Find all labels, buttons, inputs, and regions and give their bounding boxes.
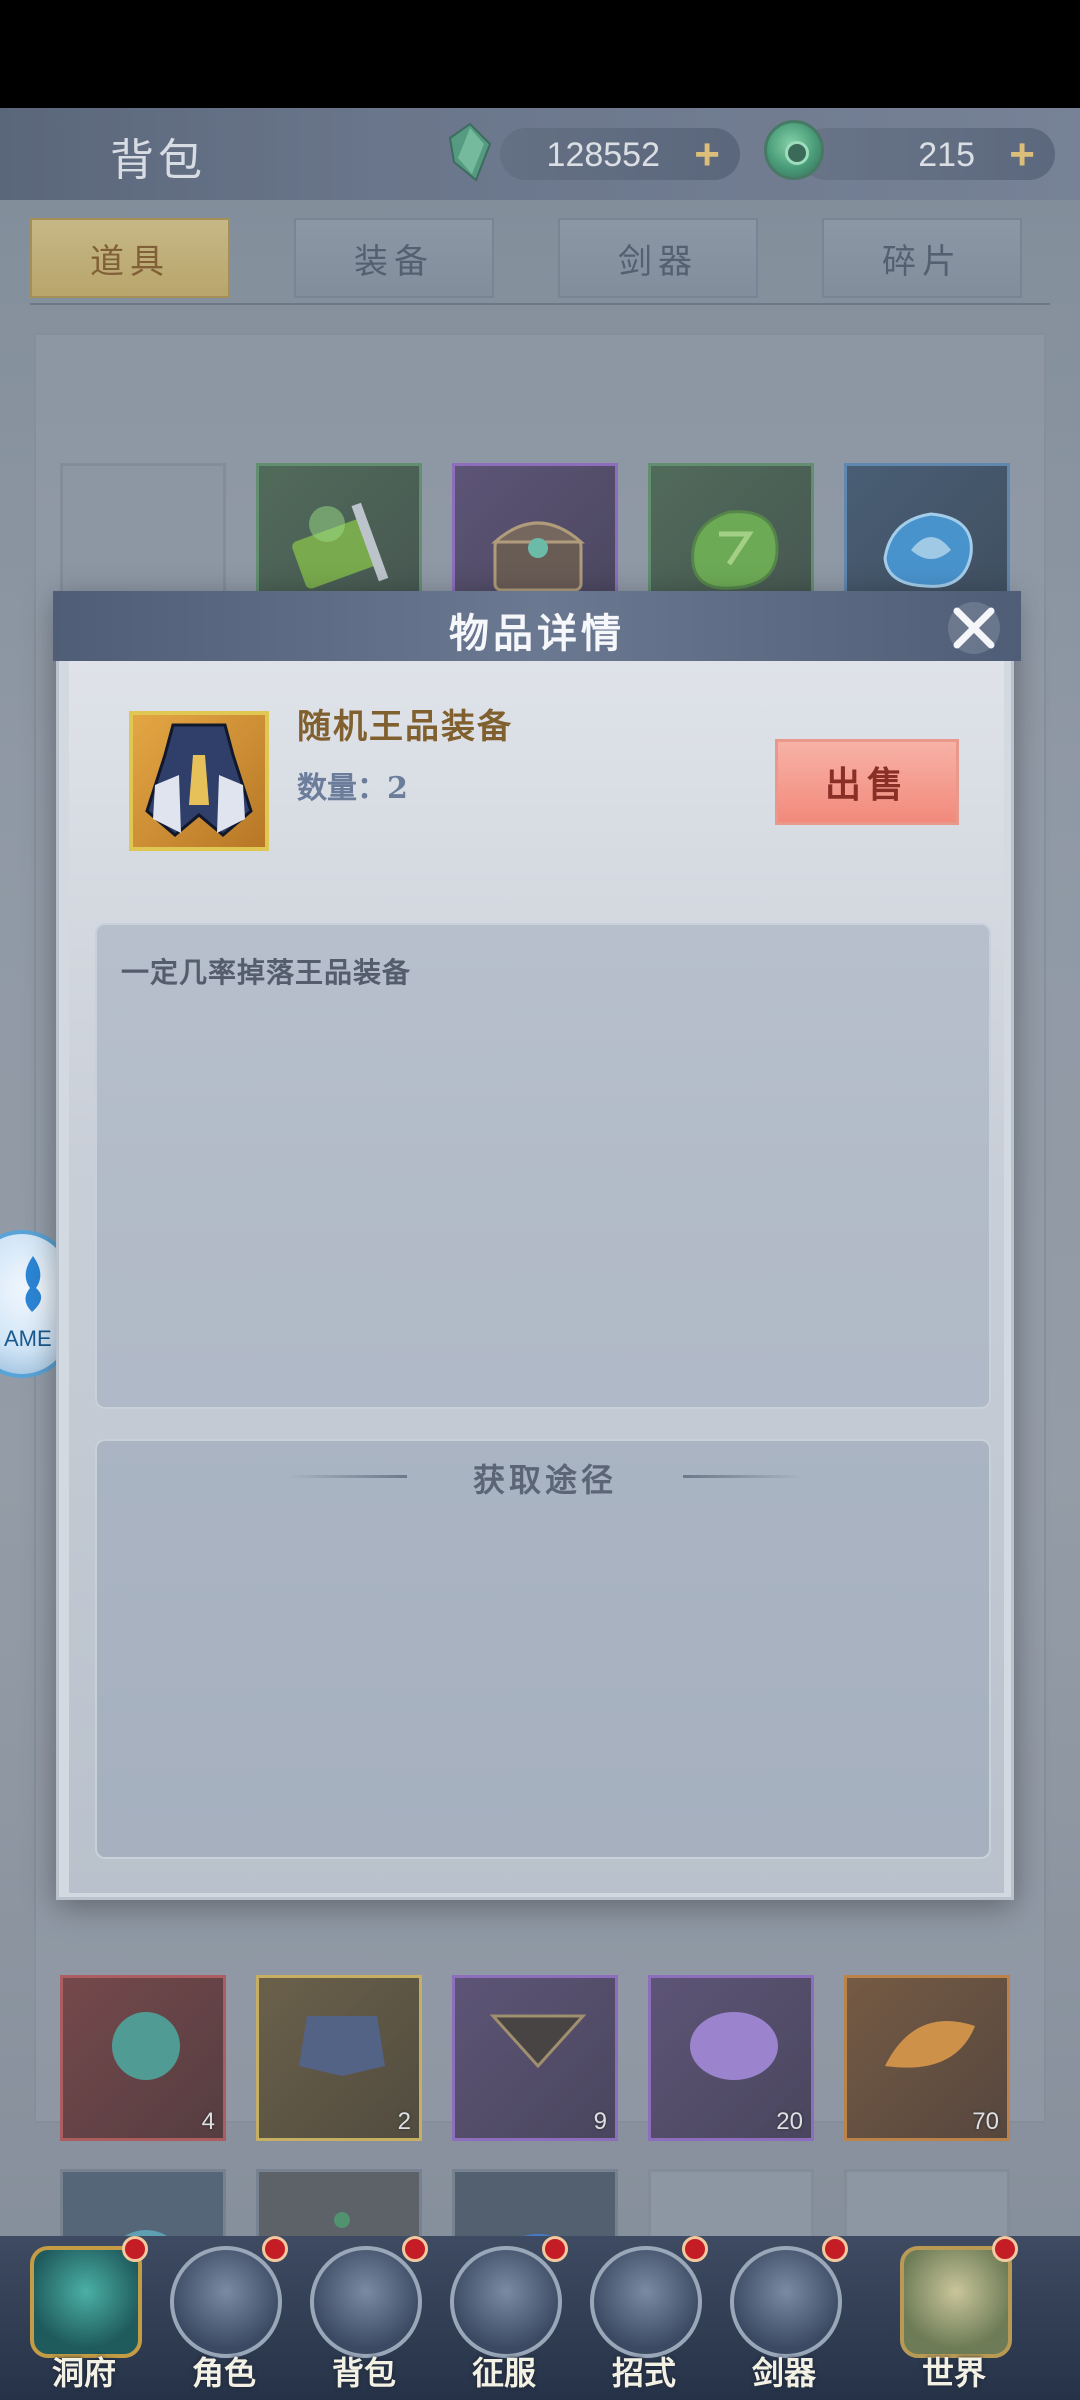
close-icon[interactable]: [943, 597, 1005, 659]
robe-equipment-icon: [145, 723, 253, 837]
status-bar: [0, 0, 1080, 108]
nav-label: 角色: [191, 2354, 256, 2392]
dialog-title: 物品详情: [449, 610, 625, 657]
notification-badge: [992, 2236, 1018, 2262]
notification-badge: [542, 2236, 568, 2262]
dialog-body: 随机王品装备 数量：2 出售 一定几率掉落王品装备 获取途径: [69, 661, 1004, 1893]
acquisition-panel: 获取途径: [95, 1439, 991, 1859]
notification-badge: [402, 2236, 428, 2262]
notification-badge: [822, 2236, 848, 2262]
description-panel: 一定几率掉落王品装备: [95, 923, 991, 1409]
nav-conquest[interactable]: 征服: [434, 2236, 574, 2400]
nav-label: 征服: [471, 2354, 536, 2392]
item-icon: [129, 711, 269, 851]
item-quantity: 数量：2: [297, 771, 408, 806]
item-detail-dialog: 物品详情 随机王品装备 数量：2 出售 一定几率掉落王品装备 获取途径: [53, 591, 1021, 1900]
bag-icon: [310, 2246, 422, 2358]
dialog-header: 物品详情: [53, 591, 1021, 661]
cave-dwelling-icon: [30, 2246, 142, 2358]
inventory-screen: 背包 128552 + 215 + 道具 装备 剑器 碎片 4 2 9 20 7…: [0, 108, 1080, 2400]
nav-world[interactable]: 世界: [884, 2236, 1024, 2400]
nav-label: 背包: [331, 2354, 396, 2392]
notification-badge: [682, 2236, 708, 2262]
decorative-divider: [683, 1475, 803, 1478]
nav-cave-dwelling[interactable]: 洞府: [14, 2236, 154, 2400]
nav-label: 洞府: [51, 2354, 116, 2392]
sword-icon: [730, 2246, 842, 2358]
nav-label: 剑器: [751, 2354, 816, 2392]
nav-label: 世界: [921, 2354, 986, 2392]
nav-bag[interactable]: 背包: [294, 2236, 434, 2400]
notification-badge: [262, 2236, 288, 2262]
world-map-icon: [900, 2246, 1012, 2358]
sell-button[interactable]: 出售: [775, 739, 959, 825]
notification-badge: [122, 2236, 148, 2262]
nav-swords[interactable]: 剑器: [714, 2236, 854, 2400]
item-name: 随机王品装备: [297, 707, 513, 747]
scroll-icon: [590, 2246, 702, 2358]
nav-character[interactable]: 角色: [154, 2236, 294, 2400]
character-icon: [170, 2246, 282, 2358]
nav-label: 招式: [611, 2354, 676, 2392]
nav-skills[interactable]: 招式: [574, 2236, 714, 2400]
item-description: 一定几率掉落王品装备: [121, 956, 412, 989]
acquisition-title: 获取途径: [472, 1461, 617, 1499]
flame-logo-icon: [25, 1256, 42, 1312]
floating-button-label: AME: [4, 1326, 52, 1351]
crossed-swords-icon: [450, 2246, 562, 2358]
bottom-navigation: 洞府 角色 背包 征服 招式 剑器 世界: [0, 2236, 1080, 2400]
